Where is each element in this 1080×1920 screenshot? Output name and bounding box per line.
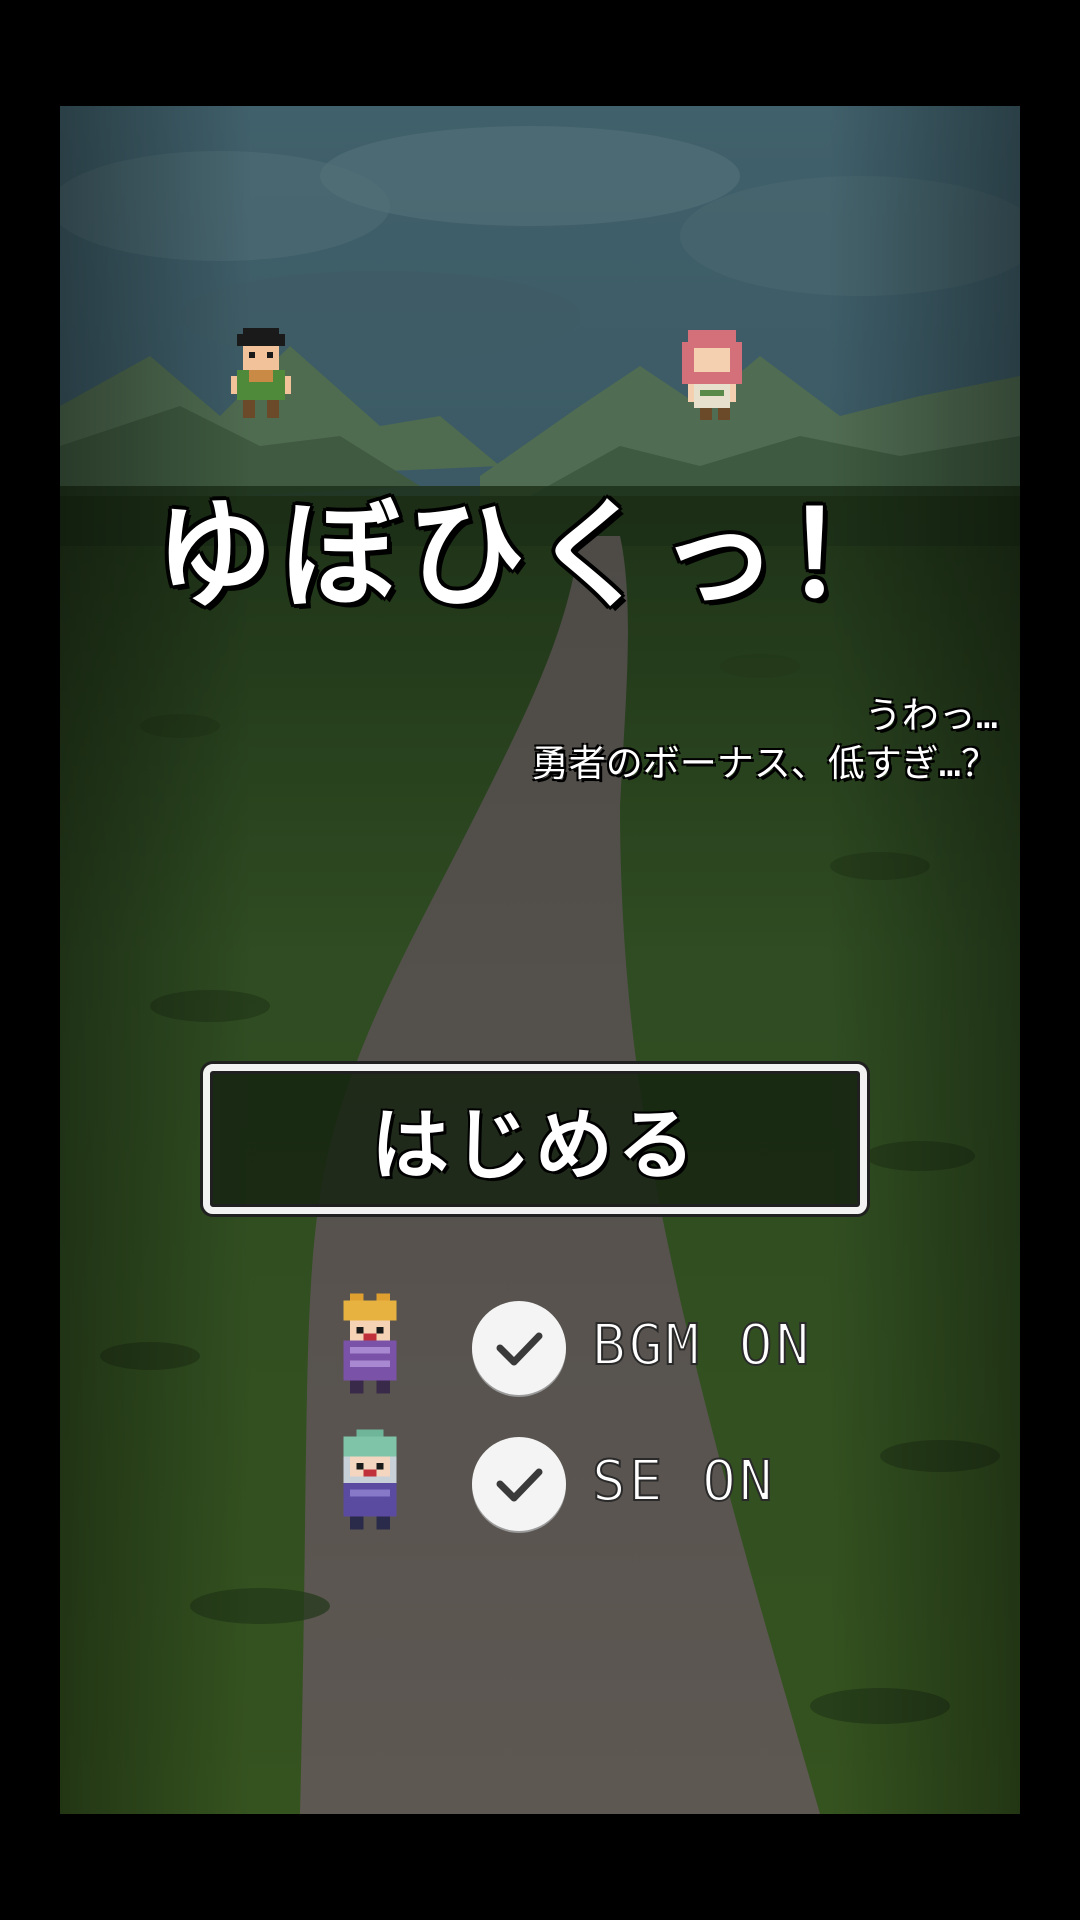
game-screen: ゆぼひくっ！ うわっ… 勇者のボーナス、低すぎ…？ はじめる BGM ON SE… <box>60 106 1020 1814</box>
landscape-background <box>60 106 1020 1814</box>
pink-hair-girl-sprite-icon <box>682 330 742 420</box>
green-hood-mage-sprite-icon <box>343 1429 397 1530</box>
tagline-line-1: うわっ… <box>864 694 998 737</box>
start-button-label: はじめる <box>370 1101 699 1191</box>
se-option-row: SE ON <box>330 1428 850 1538</box>
bgm-checkbox[interactable] <box>472 1301 566 1395</box>
se-label: SE ON <box>591 1449 776 1515</box>
start-button[interactable]: はじめる <box>203 1064 867 1214</box>
checkmark-icon <box>496 1332 543 1366</box>
se-checkbox[interactable] <box>472 1437 566 1531</box>
tagline-line-2: 勇者のボーナス、低すぎ…？ <box>531 742 998 785</box>
game-title: ゆぼひくっ！ <box>155 486 912 624</box>
purple-hero-sprite-icon <box>343 1293 397 1394</box>
bgm-label: BGM ON <box>591 1313 813 1379</box>
villager-boy-sprite-icon <box>231 328 291 418</box>
tagline: うわっ… 勇者のボーナス、低すぎ…？ <box>532 692 998 788</box>
checkmark-icon <box>496 1468 543 1502</box>
bgm-option-row: BGM ON <box>330 1292 850 1402</box>
